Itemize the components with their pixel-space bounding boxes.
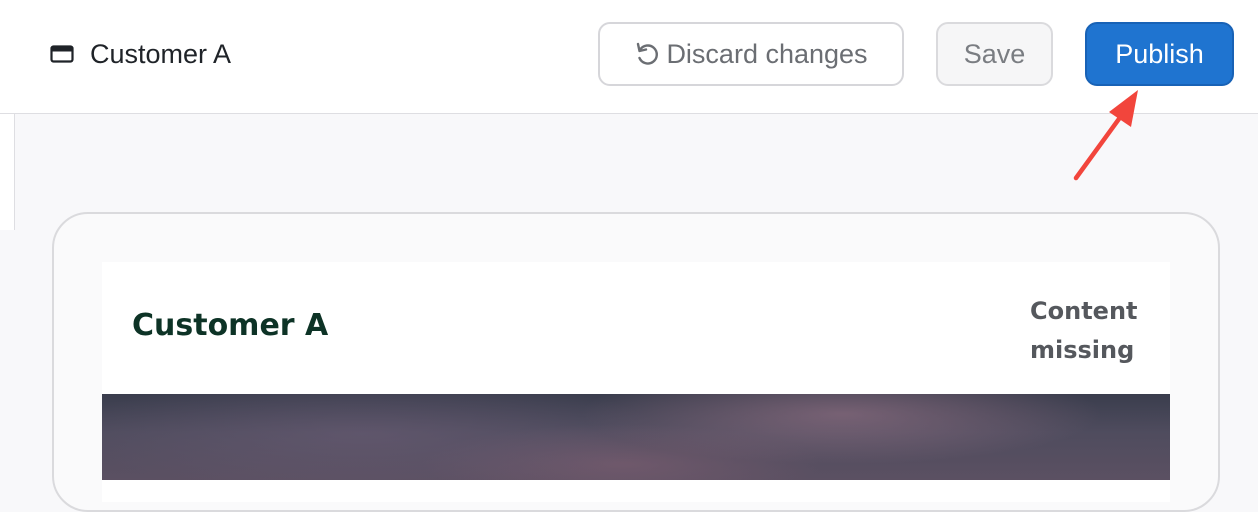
card-title: Customer A [132, 308, 329, 343]
content-status-line-1: Content [1030, 297, 1138, 325]
page-title: Customer A [90, 38, 232, 69]
discard-changes-label: Discard changes [666, 38, 868, 69]
browser-window-icon [50, 45, 74, 63]
left-sidebar-edge [0, 114, 15, 230]
save-label: Save [963, 38, 1026, 69]
top-toolbar: Customer A Discard changes Save Publish [0, 0, 1258, 114]
publish-button[interactable]: Publish [1085, 22, 1234, 86]
save-button[interactable]: Save [936, 22, 1053, 86]
publish-label: Publish [1115, 38, 1204, 69]
discard-changes-button[interactable]: Discard changes [598, 22, 904, 86]
content-status-line-2: missing [1030, 336, 1135, 364]
hero-image [102, 394, 1170, 480]
page-title-group: Customer A [50, 38, 231, 70]
content-status: Content missing [1030, 292, 1140, 370]
undo-icon [637, 42, 659, 65]
